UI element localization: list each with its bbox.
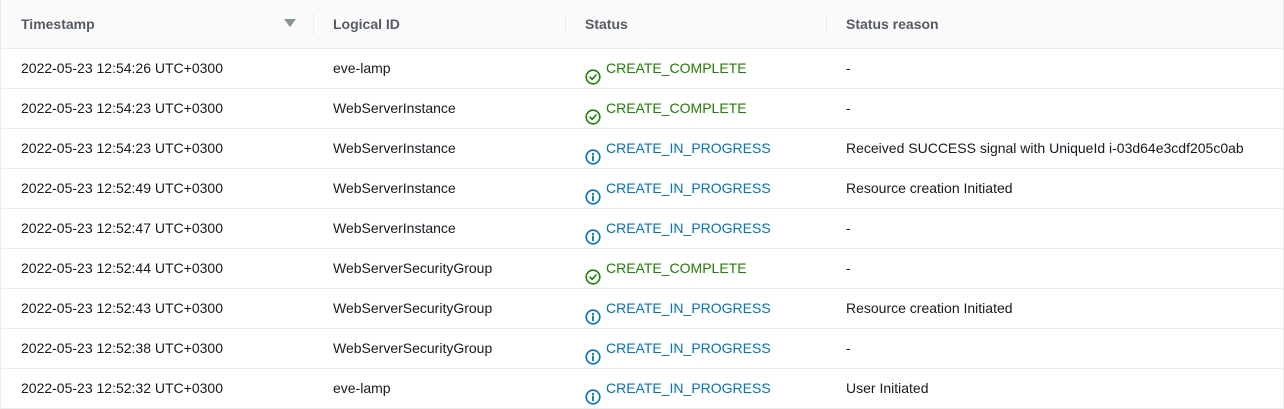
cell-status: CREATE_IN_PROGRESS [585,369,771,408]
column-header-logical-id[interactable]: Logical ID [333,0,400,48]
cell-timestamp: 2022-05-23 12:52:32 UTC+0300 [21,380,223,396]
column-header-status-reason[interactable]: Status reason [846,0,939,48]
cell-timestamp: 2022-05-23 12:54:23 UTC+0300 [21,140,223,156]
column-header-timestamp[interactable]: Timestamp [21,0,311,48]
column-header-status-reason-label: Status reason [846,16,939,32]
table-row[interactable]: 2022-05-23 12:52:32 UTC+0300 eve-lamp CREA… [1,369,1283,409]
cell-logical-id: WebServerInstance [333,100,456,116]
cell-logical-id: WebServerSecurityGroup [333,300,493,316]
cell-status: CREATE_COMPLETE [585,249,747,288]
cell-status-reason: Resource creation Initiated [846,180,1013,196]
status-label: CREATE_COMPLETE [606,260,747,276]
cell-logical-id: WebServerSecurityGroup [333,260,493,276]
cell-status-reason: - [846,60,851,76]
check-circle-icon [585,261,601,285]
cell-timestamp: 2022-05-23 12:54:26 UTC+0300 [21,60,223,76]
table-row[interactable]: 2022-05-23 12:54:23 UTC+0300 WebServerIns… [1,129,1283,169]
cell-status-reason: User Initiated [846,380,929,396]
info-circle-icon [585,141,601,165]
cell-status: CREATE_IN_PROGRESS [585,129,771,168]
events-table: Timestamp Logical ID Status Status reaso… [0,0,1284,409]
status-label: CREATE_IN_PROGRESS [606,340,771,356]
table-row[interactable]: 2022-05-23 12:54:26 UTC+0300 eve-lamp CREA… [1,49,1283,89]
status-label: CREATE_COMPLETE [606,60,747,76]
cell-status: CREATE_COMPLETE [585,49,747,88]
column-divider[interactable] [565,13,566,35]
cell-timestamp: 2022-05-23 12:54:23 UTC+0300 [21,100,223,116]
sort-descending-icon[interactable] [284,19,296,27]
status-label: CREATE_COMPLETE [606,100,747,116]
cell-status-reason: - [846,100,851,116]
status-label: CREATE_IN_PROGRESS [606,300,771,316]
cell-timestamp: 2022-05-23 12:52:44 UTC+0300 [21,260,223,276]
cell-status: CREATE_IN_PROGRESS [585,169,771,208]
table-row[interactable]: 2022-05-23 12:52:44 UTC+0300 WebServerSec… [1,249,1283,289]
info-circle-icon [585,341,601,365]
cell-logical-id: eve-lamp [333,60,391,76]
cell-timestamp: 2022-05-23 12:52:38 UTC+0300 [21,340,223,356]
check-circle-icon [585,101,601,125]
cell-status-reason: Received SUCCESS signal with UniqueId i-… [846,140,1244,156]
cell-timestamp: 2022-05-23 12:52:43 UTC+0300 [21,300,223,316]
cell-status: CREATE_IN_PROGRESS [585,329,771,368]
cell-logical-id: WebServerInstance [333,140,456,156]
column-header-status[interactable]: Status [585,0,628,48]
status-label: CREATE_IN_PROGRESS [606,180,771,196]
table-row[interactable]: 2022-05-23 12:54:23 UTC+0300 WebServerIns… [1,89,1283,129]
column-header-status-label: Status [585,16,628,32]
info-circle-icon [585,381,601,405]
cell-status-reason: - [846,260,851,276]
cell-status: CREATE_IN_PROGRESS [585,289,771,328]
table-body: 2022-05-23 12:54:26 UTC+0300 eve-lamp CREA… [1,49,1283,409]
info-circle-icon [585,221,601,245]
cell-status: CREATE_IN_PROGRESS [585,209,771,248]
cell-status-reason: - [846,220,851,236]
cell-timestamp: 2022-05-23 12:52:49 UTC+0300 [21,180,223,196]
column-header-timestamp-label: Timestamp [21,16,95,32]
column-divider[interactable] [313,13,314,35]
column-divider[interactable] [826,13,827,35]
table-row[interactable]: 2022-05-23 12:52:43 UTC+0300 WebServerSec… [1,289,1283,329]
table-row[interactable]: 2022-05-23 12:52:38 UTC+0300 WebServerSec… [1,329,1283,369]
table-row[interactable]: 2022-05-23 12:52:47 UTC+0300 WebServerIns… [1,209,1283,249]
cell-logical-id: WebServerInstance [333,180,456,196]
table-row[interactable]: 2022-05-23 12:52:49 UTC+0300 WebServerIns… [1,169,1283,209]
cell-logical-id: WebServerInstance [333,220,456,236]
cell-logical-id: WebServerSecurityGroup [333,340,493,356]
cell-status: CREATE_COMPLETE [585,89,747,128]
table-header: Timestamp Logical ID Status Status reaso… [1,0,1283,49]
info-circle-icon [585,301,601,325]
column-header-logical-id-label: Logical ID [333,16,400,32]
status-label: CREATE_IN_PROGRESS [606,380,771,396]
status-label: CREATE_IN_PROGRESS [606,220,771,236]
info-circle-icon [585,181,601,205]
check-circle-icon [585,61,601,85]
cell-logical-id: eve-lamp [333,380,391,396]
status-label: CREATE_IN_PROGRESS [606,140,771,156]
cell-status-reason: - [846,340,851,356]
cell-timestamp: 2022-05-23 12:52:47 UTC+0300 [21,220,223,236]
cell-status-reason: Resource creation Initiated [846,300,1013,316]
